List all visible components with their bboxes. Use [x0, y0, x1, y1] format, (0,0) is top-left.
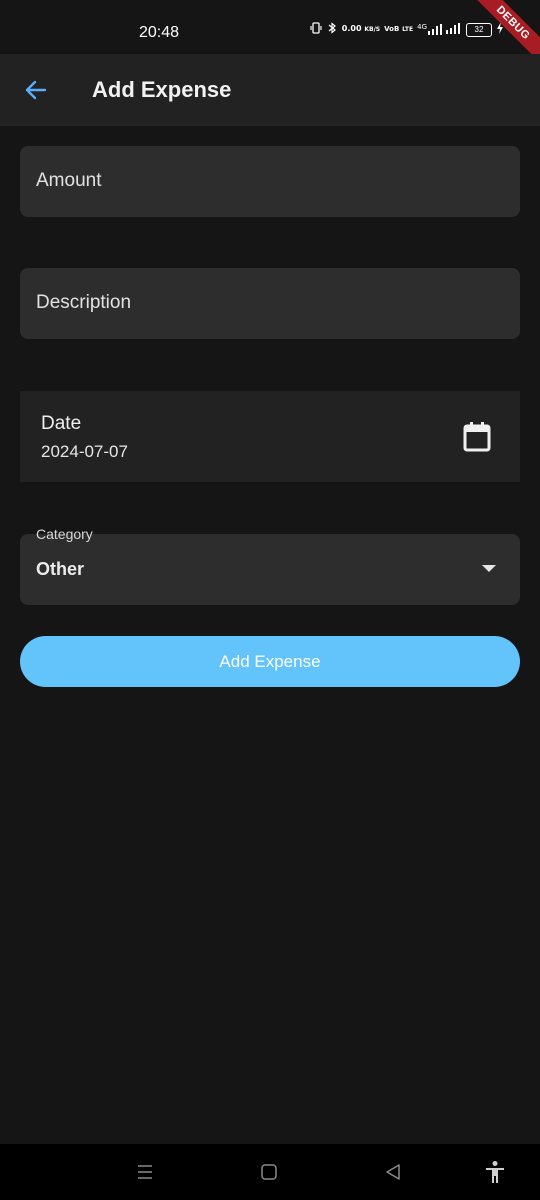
- add-expense-button[interactable]: Add Expense: [20, 636, 520, 687]
- system-nav-bar: [0, 1144, 540, 1200]
- status-bar: 20:48 0.00 KB/S VoB LTE 4G 32 DEBUG: [0, 0, 540, 69]
- status-time: 20:48: [139, 24, 180, 41]
- date-value: 2024-07-07: [41, 442, 128, 461]
- menu-icon[interactable]: [131, 1158, 159, 1186]
- bluetooth-icon: [326, 22, 338, 37]
- status-icons: 0.00 KB/S VoB LTE 4G 32: [310, 22, 504, 37]
- app-bar: Add Expense: [0, 54, 540, 126]
- net-speed-value: 0.00: [341, 24, 362, 33]
- page-title: Add Expense: [92, 77, 232, 102]
- category-value: Other: [36, 559, 85, 579]
- add-expense-screen: 20:48 0.00 KB/S VoB LTE 4G 32 DEBUG Add …: [0, 0, 540, 1200]
- volte-bottom: LTE: [402, 26, 414, 33]
- category-dropdown[interactable]: Category Other: [20, 526, 520, 605]
- date-title: Date: [41, 413, 82, 434]
- battery-icon: 32: [466, 22, 492, 37]
- category-label: Category: [36, 526, 93, 542]
- back-icon[interactable]: [379, 1158, 407, 1186]
- back-button[interactable]: [16, 72, 56, 108]
- net-speed-unit: KB/S: [364, 26, 381, 33]
- calendar-button[interactable]: [462, 421, 492, 453]
- home-icon[interactable]: [255, 1158, 283, 1186]
- arrow-drop-down-icon: [482, 565, 496, 572]
- accessibility-icon[interactable]: [481, 1158, 509, 1186]
- amount-label: Amount: [36, 170, 102, 191]
- volte-top: VoB: [384, 25, 400, 33]
- signal-icon: [446, 22, 462, 37]
- calendar-icon: [463, 422, 491, 452]
- description-label: Description: [36, 292, 132, 313]
- volte-indicator: VoB LTE: [384, 25, 413, 34]
- date-picker-tile[interactable]: Date 2024-07-07: [20, 391, 520, 482]
- description-field[interactable]: Description: [20, 268, 520, 339]
- network-type: 4G: [417, 23, 427, 31]
- arrow-back-icon: [25, 80, 47, 100]
- net-speed: 0.00 KB/S: [342, 25, 380, 34]
- amount-field[interactable]: Amount: [20, 146, 520, 217]
- signal-4g-icon: 4G: [417, 24, 442, 35]
- vibrate-icon: [310, 22, 322, 37]
